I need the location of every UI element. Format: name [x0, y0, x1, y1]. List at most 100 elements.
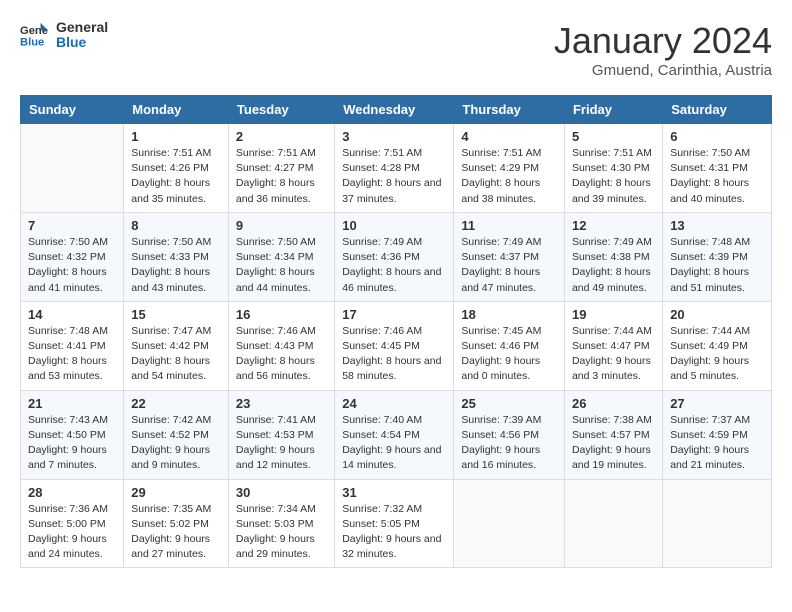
table-row: 23 Sunrise: 7:41 AM Sunset: 4:53 PM Dayl…	[228, 390, 334, 479]
sunrise-text: Sunrise: 7:39 AM	[461, 414, 541, 426]
sunset-text: Sunset: 4:37 PM	[461, 251, 539, 263]
day-number: 20	[670, 307, 764, 322]
sunset-text: Sunset: 4:27 PM	[236, 162, 314, 174]
sunset-text: Sunset: 4:31 PM	[670, 162, 748, 174]
day-number: 11	[461, 218, 557, 233]
sunset-text: Sunset: 4:26 PM	[131, 162, 209, 174]
logo: General Blue General Blue	[20, 20, 108, 51]
day-info: Sunrise: 7:47 AM Sunset: 4:42 PM Dayligh…	[131, 324, 221, 385]
day-info: Sunrise: 7:40 AM Sunset: 4:54 PM Dayligh…	[342, 413, 446, 474]
daylight-text: Daylight: 8 hours and 56 minutes.	[236, 355, 315, 382]
table-row: 16 Sunrise: 7:46 AM Sunset: 4:43 PM Dayl…	[228, 301, 334, 390]
table-row	[663, 479, 772, 568]
table-row: 30 Sunrise: 7:34 AM Sunset: 5:03 PM Dayl…	[228, 479, 334, 568]
table-row	[564, 479, 662, 568]
calendar-week-row: 21 Sunrise: 7:43 AM Sunset: 4:50 PM Dayl…	[21, 390, 772, 479]
calendar-header-row: Sunday Monday Tuesday Wednesday Thursday…	[21, 96, 772, 124]
table-row: 24 Sunrise: 7:40 AM Sunset: 4:54 PM Dayl…	[335, 390, 454, 479]
col-thursday: Thursday	[454, 96, 565, 124]
daylight-text: Daylight: 9 hours and 12 minutes.	[236, 444, 315, 471]
daylight-text: Daylight: 8 hours and 58 minutes.	[342, 355, 441, 382]
sunset-text: Sunset: 4:42 PM	[131, 340, 209, 352]
sunrise-text: Sunrise: 7:51 AM	[236, 147, 316, 159]
table-row: 17 Sunrise: 7:46 AM Sunset: 4:45 PM Dayl…	[335, 301, 454, 390]
table-row: 29 Sunrise: 7:35 AM Sunset: 5:02 PM Dayl…	[124, 479, 229, 568]
sunset-text: Sunset: 4:59 PM	[670, 429, 748, 441]
calendar-week-row: 1 Sunrise: 7:51 AM Sunset: 4:26 PM Dayli…	[21, 124, 772, 213]
daylight-text: Daylight: 9 hours and 14 minutes.	[342, 444, 441, 471]
day-number: 22	[131, 396, 221, 411]
day-info: Sunrise: 7:39 AM Sunset: 4:56 PM Dayligh…	[461, 413, 557, 474]
col-friday: Friday	[564, 96, 662, 124]
sunrise-text: Sunrise: 7:37 AM	[670, 414, 750, 426]
daylight-text: Daylight: 8 hours and 46 minutes.	[342, 266, 441, 293]
table-row: 22 Sunrise: 7:42 AM Sunset: 4:52 PM Dayl…	[124, 390, 229, 479]
day-number: 21	[28, 396, 116, 411]
day-number: 8	[131, 218, 221, 233]
day-number: 5	[572, 129, 655, 144]
daylight-text: Daylight: 8 hours and 47 minutes.	[461, 266, 540, 293]
sunset-text: Sunset: 4:47 PM	[572, 340, 650, 352]
table-row: 2 Sunrise: 7:51 AM Sunset: 4:27 PM Dayli…	[228, 124, 334, 213]
day-info: Sunrise: 7:45 AM Sunset: 4:46 PM Dayligh…	[461, 324, 557, 385]
sunset-text: Sunset: 4:32 PM	[28, 251, 106, 263]
col-sunday: Sunday	[21, 96, 124, 124]
daylight-text: Daylight: 8 hours and 51 minutes.	[670, 266, 749, 293]
sunset-text: Sunset: 4:33 PM	[131, 251, 209, 263]
sunset-text: Sunset: 4:41 PM	[28, 340, 106, 352]
sunrise-text: Sunrise: 7:47 AM	[131, 325, 211, 337]
day-number: 18	[461, 307, 557, 322]
sunset-text: Sunset: 4:46 PM	[461, 340, 539, 352]
day-number: 16	[236, 307, 327, 322]
col-wednesday: Wednesday	[335, 96, 454, 124]
daylight-text: Daylight: 8 hours and 49 minutes.	[572, 266, 651, 293]
sunrise-text: Sunrise: 7:42 AM	[131, 414, 211, 426]
daylight-text: Daylight: 9 hours and 3 minutes.	[572, 355, 651, 382]
daylight-text: Daylight: 8 hours and 36 minutes.	[236, 177, 315, 204]
day-info: Sunrise: 7:51 AM Sunset: 4:27 PM Dayligh…	[236, 146, 327, 207]
table-row: 25 Sunrise: 7:39 AM Sunset: 4:56 PM Dayl…	[454, 390, 565, 479]
table-row: 19 Sunrise: 7:44 AM Sunset: 4:47 PM Dayl…	[564, 301, 662, 390]
sunrise-text: Sunrise: 7:46 AM	[236, 325, 316, 337]
day-number: 25	[461, 396, 557, 411]
sunset-text: Sunset: 4:57 PM	[572, 429, 650, 441]
day-number: 14	[28, 307, 116, 322]
day-info: Sunrise: 7:43 AM Sunset: 4:50 PM Dayligh…	[28, 413, 116, 474]
daylight-text: Daylight: 8 hours and 43 minutes.	[131, 266, 210, 293]
sunset-text: Sunset: 4:36 PM	[342, 251, 420, 263]
day-info: Sunrise: 7:36 AM Sunset: 5:00 PM Dayligh…	[28, 502, 116, 563]
day-info: Sunrise: 7:41 AM Sunset: 4:53 PM Dayligh…	[236, 413, 327, 474]
day-info: Sunrise: 7:50 AM Sunset: 4:33 PM Dayligh…	[131, 235, 221, 296]
table-row: 5 Sunrise: 7:51 AM Sunset: 4:30 PM Dayli…	[564, 124, 662, 213]
sunset-text: Sunset: 4:54 PM	[342, 429, 420, 441]
day-number: 24	[342, 396, 446, 411]
sunset-text: Sunset: 4:29 PM	[461, 162, 539, 174]
daylight-text: Daylight: 9 hours and 24 minutes.	[28, 533, 107, 560]
sunrise-text: Sunrise: 7:41 AM	[236, 414, 316, 426]
table-row: 9 Sunrise: 7:50 AM Sunset: 4:34 PM Dayli…	[228, 212, 334, 301]
sunset-text: Sunset: 4:53 PM	[236, 429, 314, 441]
day-number: 3	[342, 129, 446, 144]
day-number: 6	[670, 129, 764, 144]
col-tuesday: Tuesday	[228, 96, 334, 124]
daylight-text: Daylight: 8 hours and 35 minutes.	[131, 177, 210, 204]
title-block: January 2024 Gmuend, Carinthia, Austria	[554, 20, 772, 79]
sunset-text: Sunset: 4:56 PM	[461, 429, 539, 441]
sunrise-text: Sunrise: 7:45 AM	[461, 325, 541, 337]
day-info: Sunrise: 7:44 AM Sunset: 4:49 PM Dayligh…	[670, 324, 764, 385]
table-row: 12 Sunrise: 7:49 AM Sunset: 4:38 PM Dayl…	[564, 212, 662, 301]
sunset-text: Sunset: 4:34 PM	[236, 251, 314, 263]
page-header: General Blue General Blue January 2024 G…	[20, 20, 772, 79]
daylight-text: Daylight: 9 hours and 21 minutes.	[670, 444, 749, 471]
sunrise-text: Sunrise: 7:51 AM	[572, 147, 652, 159]
daylight-text: Daylight: 9 hours and 29 minutes.	[236, 533, 315, 560]
table-row: 27 Sunrise: 7:37 AM Sunset: 4:59 PM Dayl…	[663, 390, 772, 479]
daylight-text: Daylight: 8 hours and 40 minutes.	[670, 177, 749, 204]
table-row: 11 Sunrise: 7:49 AM Sunset: 4:37 PM Dayl…	[454, 212, 565, 301]
table-row: 28 Sunrise: 7:36 AM Sunset: 5:00 PM Dayl…	[21, 479, 124, 568]
day-number: 15	[131, 307, 221, 322]
day-number: 12	[572, 218, 655, 233]
daylight-text: Daylight: 8 hours and 39 minutes.	[572, 177, 651, 204]
sunrise-text: Sunrise: 7:50 AM	[28, 236, 108, 248]
daylight-text: Daylight: 9 hours and 16 minutes.	[461, 444, 540, 471]
